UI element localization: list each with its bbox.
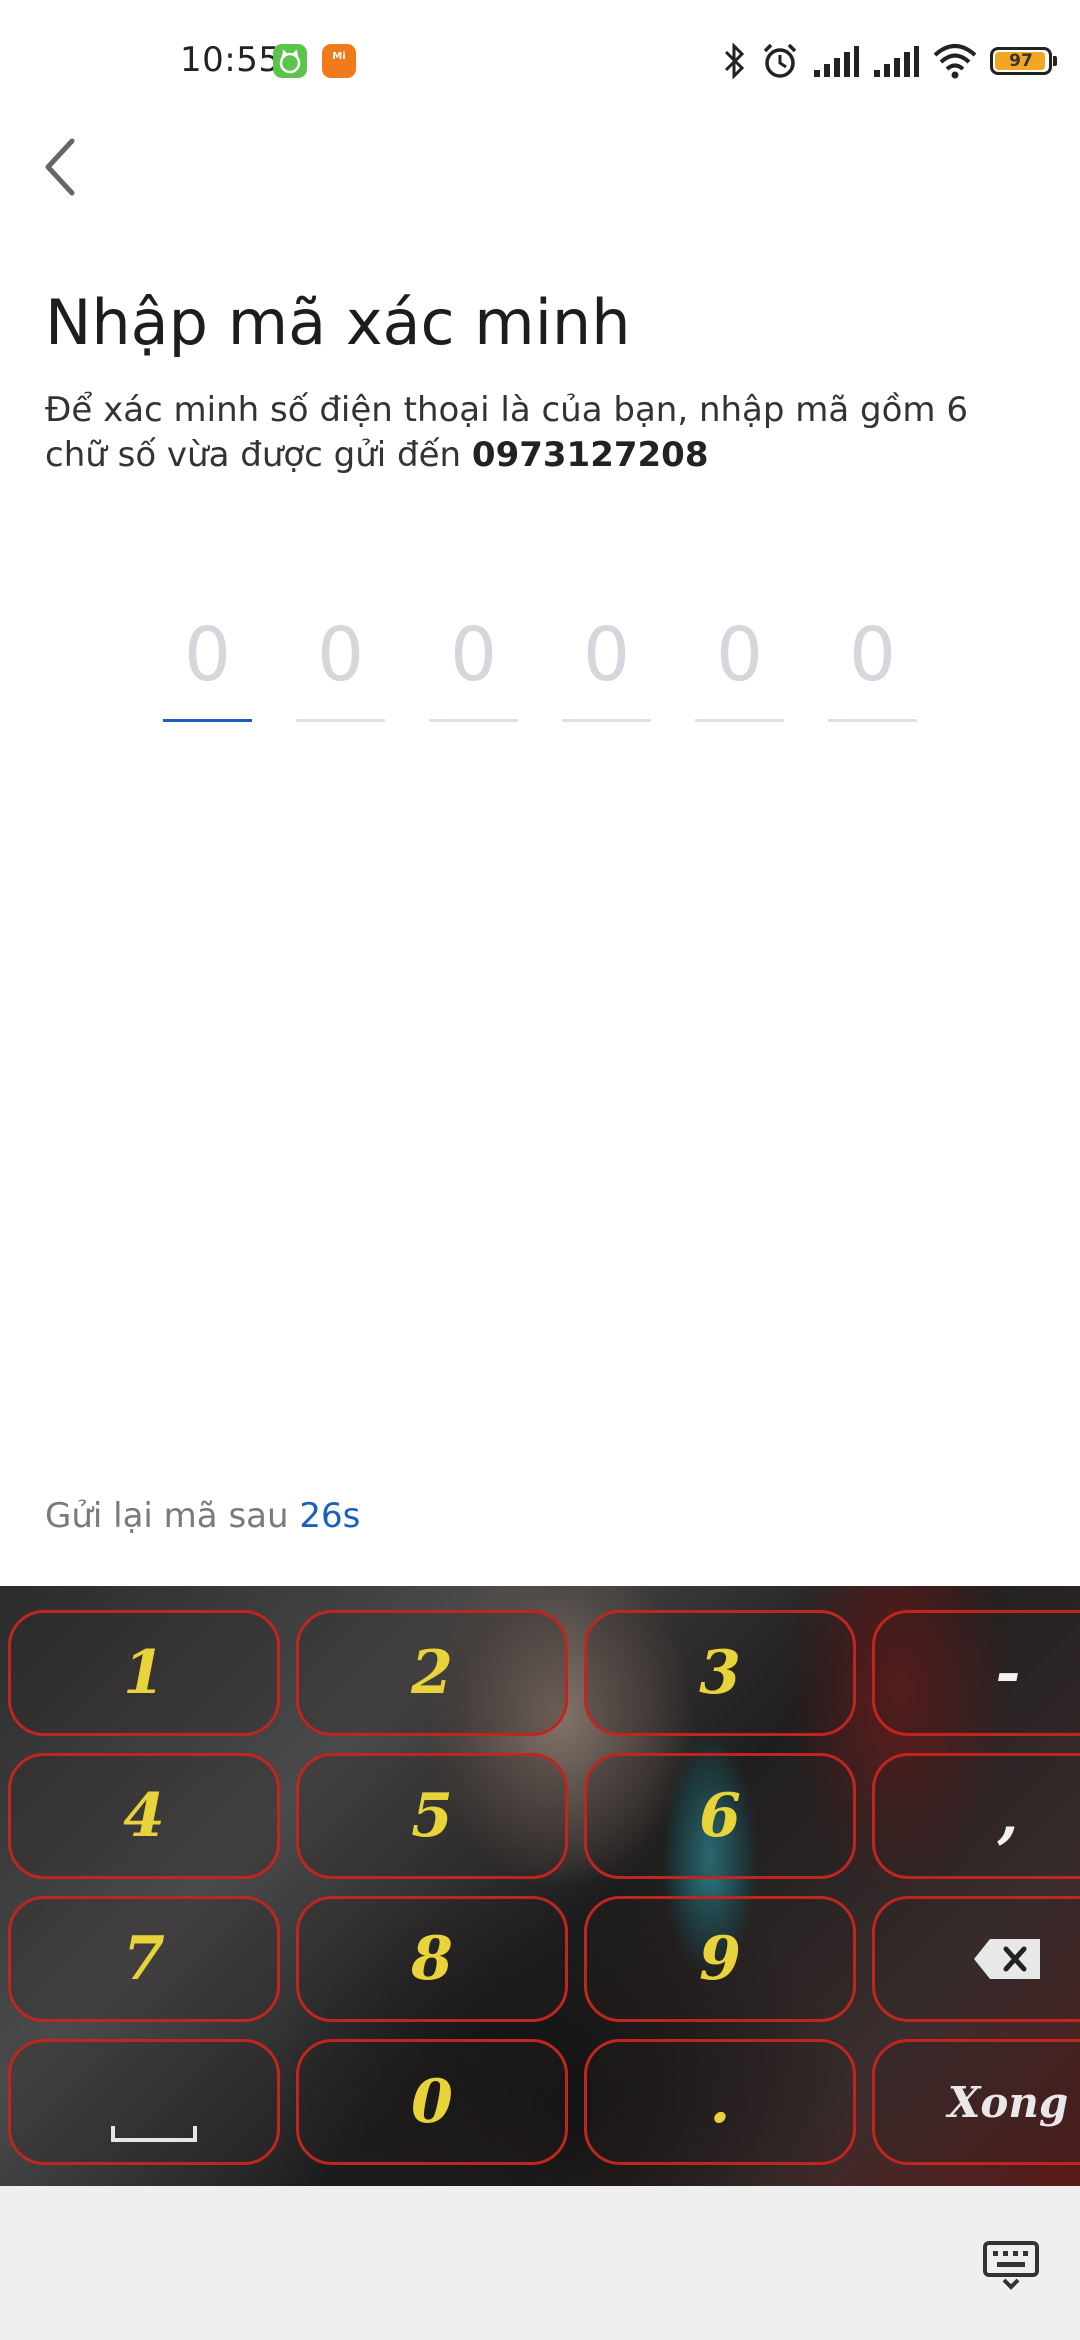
back-button[interactable]: [38, 135, 88, 200]
resend-label: Gửi lại mã sau: [45, 1496, 300, 1536]
key-delete[interactable]: [872, 1896, 1080, 2022]
key-5[interactable]: 5: [296, 1753, 568, 1879]
key-comma[interactable]: ,: [872, 1753, 1080, 1879]
otp-placeholder: 0: [183, 612, 232, 698]
key-9[interactable]: 9: [584, 1896, 856, 2022]
done-label: Xong: [947, 2077, 1069, 2127]
key-period[interactable]: .: [584, 2039, 856, 2165]
key-label: 6: [699, 1781, 741, 1851]
alarm-icon: [763, 43, 797, 78]
otp-placeholder: 0: [316, 612, 365, 698]
key-6[interactable]: 6: [584, 1753, 856, 1879]
battery-level: 97: [1009, 51, 1033, 71]
space-icon: [111, 2126, 197, 2142]
key-space[interactable]: [8, 2039, 280, 2165]
done-button[interactable]: Xong: [872, 2039, 1080, 2165]
key-0[interactable]: 0: [296, 2039, 568, 2165]
backspace-icon: [974, 1939, 1040, 1979]
key-7[interactable]: 7: [8, 1896, 280, 2022]
mi-app-icon: Mi: [322, 44, 356, 78]
key-3[interactable]: 3: [584, 1610, 856, 1736]
signal-icon-2: [874, 46, 919, 77]
key-4[interactable]: 4: [8, 1753, 280, 1879]
phone-number: 0973127208: [471, 435, 709, 475]
key-label: 3: [699, 1638, 741, 1708]
keyboard-toggle-icon[interactable]: [982, 2240, 1040, 2290]
key-label: .: [709, 2067, 731, 2137]
bluetooth-icon: [724, 42, 745, 80]
key-label: 5: [411, 1781, 453, 1851]
otp-placeholder: 0: [582, 612, 631, 698]
mi-app-label: Mi: [332, 51, 346, 62]
keyboard-keys: 1 2 3 - 4 5 6 , 7 8 9 0 . Xong: [8, 1610, 1080, 2165]
cat-app-icon: [273, 44, 307, 78]
otp-placeholder: 0: [848, 612, 897, 698]
resend-timer: Gửi lại mã sau 26s: [45, 1496, 360, 1536]
status-icons: 97: [722, 36, 1057, 86]
key-1[interactable]: 1: [8, 1610, 280, 1736]
key-dash[interactable]: -: [872, 1610, 1080, 1736]
status-time: 10:55: [180, 40, 281, 80]
key-label: 2: [411, 1638, 453, 1708]
resend-countdown: 26s: [299, 1496, 361, 1536]
page-subtitle: Để xác minh số điện thoại là của bạn, nh…: [45, 388, 1035, 478]
key-label: -: [995, 1638, 1021, 1708]
key-8[interactable]: 8: [296, 1896, 568, 2022]
key-2[interactable]: 2: [296, 1610, 568, 1736]
key-label: 4: [123, 1781, 165, 1851]
otp-digit-1[interactable]: 0: [163, 600, 252, 722]
otp-digit-5[interactable]: 0: [695, 600, 784, 722]
page-title: Nhập mã xác minh: [45, 286, 631, 359]
status-bar: 10:55 Mi 97: [0, 0, 1080, 120]
otp-placeholder: 0: [715, 612, 764, 698]
chevron-left-icon: [45, 138, 75, 196]
key-label: 1: [123, 1638, 165, 1708]
otp-digit-3[interactable]: 0: [429, 600, 518, 722]
otp-digit-2[interactable]: 0: [296, 600, 385, 722]
key-label: 0: [411, 2067, 453, 2137]
key-label: 7: [123, 1924, 165, 1994]
numeric-keyboard: 1 2 3 - 4 5 6 , 7 8 9 0 . Xong: [0, 1586, 1080, 2186]
otp-input[interactable]: 0 0 0 0 0 0: [163, 600, 917, 722]
otp-digit-6[interactable]: 0: [828, 600, 917, 722]
key-label: ,: [997, 1781, 1019, 1851]
signal-icon-1: [814, 46, 859, 77]
wifi-icon: [933, 44, 977, 79]
navigation-bar: [0, 2186, 1080, 2340]
key-label: 9: [699, 1924, 741, 1994]
battery-indicator: 97: [990, 47, 1057, 75]
otp-placeholder: 0: [449, 612, 498, 698]
key-label: 8: [411, 1924, 453, 1994]
otp-digit-4[interactable]: 0: [562, 600, 651, 722]
